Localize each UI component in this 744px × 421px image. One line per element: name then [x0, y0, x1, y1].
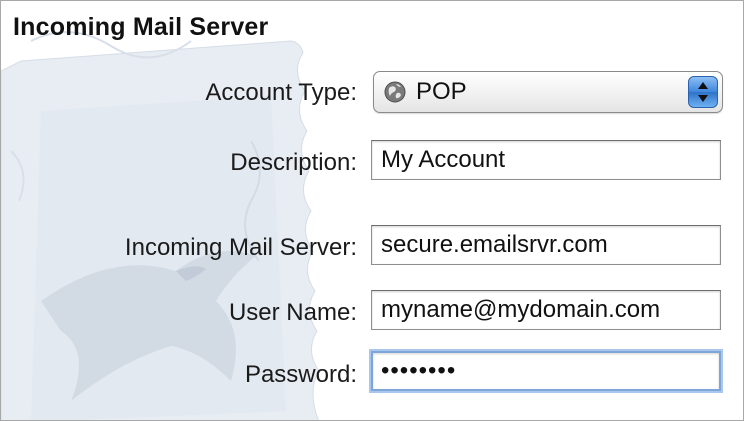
select-stepper-button[interactable]	[688, 76, 718, 108]
account-type-value: POP	[416, 78, 467, 105]
incoming-mail-server-label: Incoming Mail Server:	[124, 234, 357, 261]
user-name-field[interactable]: myname@mydomain.com	[371, 290, 721, 330]
description-field[interactable]: My Account	[371, 140, 721, 180]
globe-icon	[384, 81, 406, 103]
section-title: Incoming Mail Server	[13, 13, 269, 41]
user-name-label: User Name:	[228, 299, 357, 326]
account-type-label: Account Type:	[205, 79, 357, 106]
account-type-select[interactable]: POP	[373, 71, 723, 113]
password-label: Password:	[244, 361, 357, 388]
description-label: Description:	[230, 149, 357, 176]
incoming-mail-server-field[interactable]: secure.emailsrvr.com	[371, 225, 721, 265]
incoming-mail-server-panel: Incoming Mail Server Account Type: POP D…	[0, 0, 744, 421]
password-field[interactable]: ••••••••	[371, 351, 721, 391]
up-down-arrows-icon	[698, 82, 708, 102]
